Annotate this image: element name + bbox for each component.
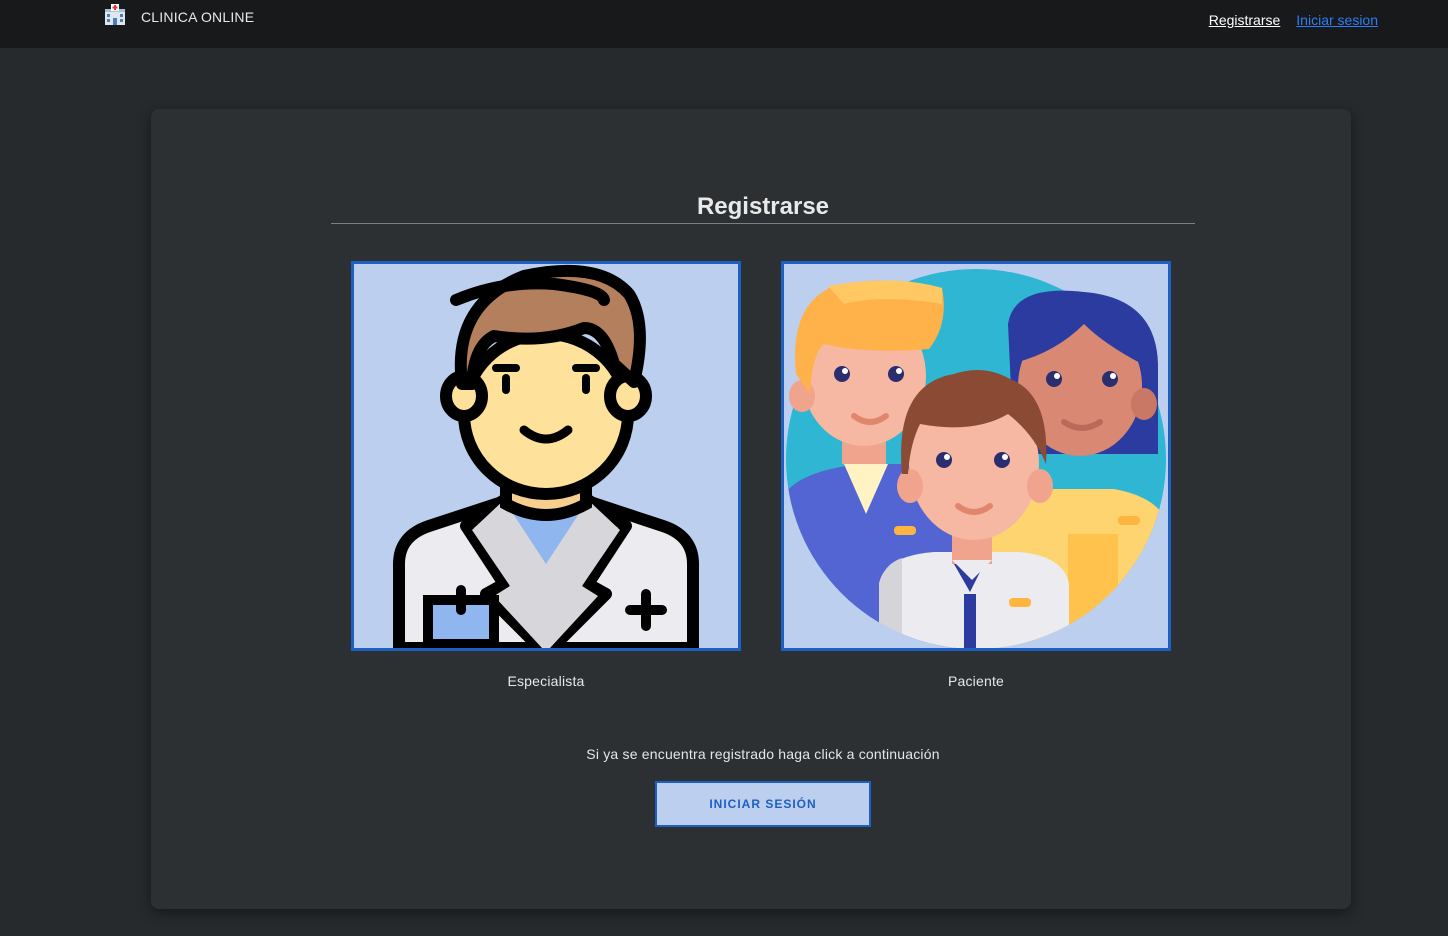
option-paciente[interactable]: Paciente: [781, 261, 1171, 689]
hospital-icon: [104, 4, 126, 26]
option-especialista-label: Especialista: [507, 673, 585, 689]
top-navbar: CLINICA ONLINE Registrarse Iniciar sesio…: [0, 0, 1448, 48]
patients-group-icon: [784, 264, 1168, 648]
page-title: Registrarse: [696, 193, 830, 220]
nav-link-registrarse[interactable]: Registrarse: [1209, 12, 1281, 28]
brand-name: CLINICA ONLINE: [141, 9, 255, 25]
option-especialista[interactable]: Especialista: [351, 261, 741, 689]
title-divider: [331, 223, 1195, 224]
patients-avatar-image[interactable]: [781, 261, 1171, 651]
nav-link-iniciar-sesion[interactable]: Iniciar sesion: [1296, 12, 1378, 28]
login-hint: Si ya se encuentra registrado haga click…: [586, 746, 940, 762]
nav-links: Registrarse Iniciar sesion: [1209, 12, 1378, 28]
brand[interactable]: CLINICA ONLINE: [104, 4, 255, 26]
login-button[interactable]: INICIAR SESIÓN: [655, 781, 871, 827]
register-card: Registrarse Especialista Paciente Si ya …: [151, 109, 1351, 909]
doctor-avatar-image[interactable]: [351, 261, 741, 651]
doctor-avatar-icon: [354, 264, 738, 648]
option-paciente-label: Paciente: [947, 673, 1005, 689]
